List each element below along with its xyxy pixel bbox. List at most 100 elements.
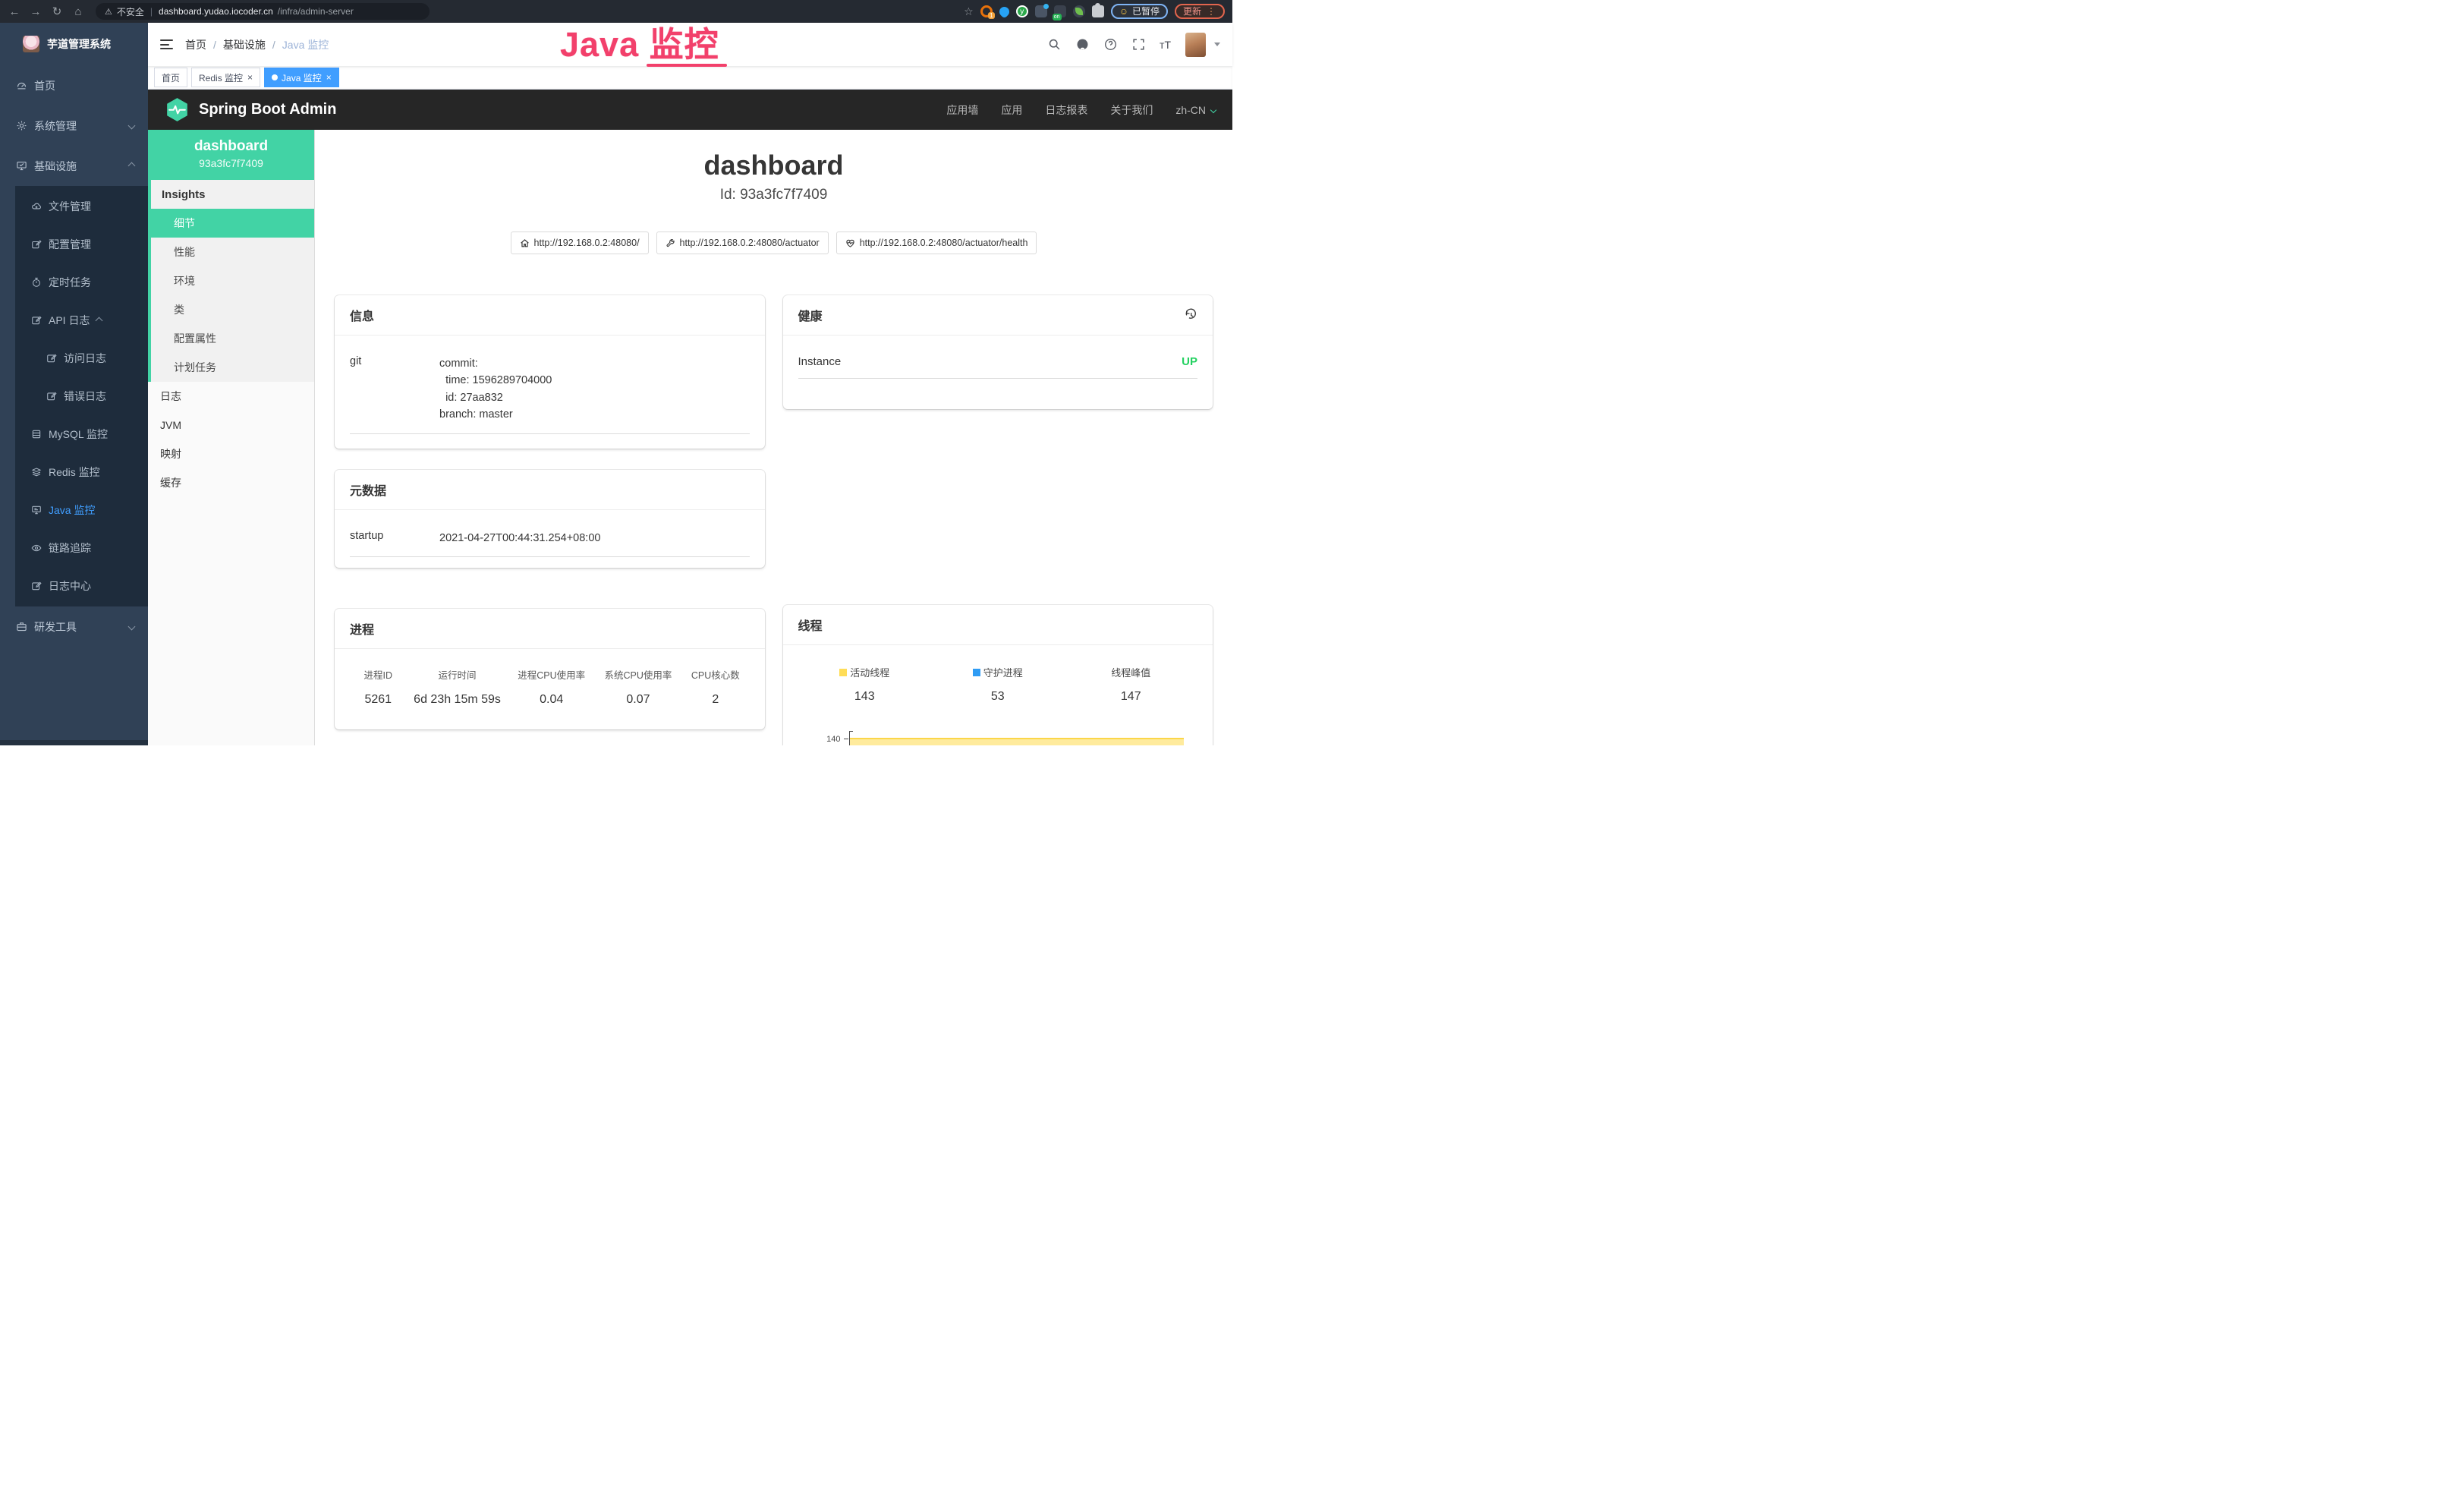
process-val-proc-cpu: 0.04 (508, 693, 595, 707)
sidebar-item-home[interactable]: 首页 (0, 65, 148, 106)
log-edit-icon (46, 391, 57, 402)
sidebar-infra-submenu: 文件管理 配置管理 定时任务 API 日志 访问日志 错误日志 (15, 186, 148, 606)
legend-live-value: 143 (798, 690, 932, 704)
update-button[interactable]: 更新 ⋮ (1175, 4, 1225, 19)
sidebar-item-api-log[interactable]: API 日志 (15, 301, 148, 339)
sidebar-label-config: 配置管理 (49, 237, 91, 252)
metadata-card-title: 元数据 (335, 470, 765, 510)
extension-icon-on[interactable]: on (1054, 5, 1066, 17)
cloud-upload-icon (31, 201, 42, 212)
actuator-url-link[interactable]: http://192.168.0.2:48080/actuator (656, 232, 829, 254)
url-host: dashboard.yudao.iocoder.cn (159, 6, 273, 17)
sidebar-item-config-manage[interactable]: 配置管理 (15, 225, 148, 263)
sba-menu-jvm[interactable]: JVM (148, 411, 314, 439)
java-monitor-icon (31, 505, 42, 515)
legend-square-daemon-icon (973, 669, 980, 676)
avatar-caret-icon[interactable] (1214, 43, 1220, 46)
sidebar-item-system[interactable]: 系统管理 (0, 106, 148, 146)
health-instance-row[interactable]: Instance UP (798, 343, 1198, 379)
sba-menu-caches[interactable]: 缓存 (148, 468, 314, 497)
sidebar-item-scheduled-job[interactable]: 定时任务 (15, 263, 148, 301)
sba-menu-scheduled-tasks[interactable]: 计划任务 (151, 353, 314, 382)
app-logo-row[interactable]: 芋道管理系统 (0, 23, 148, 65)
health-url-link[interactable]: http://192.168.0.2:48080/actuator/health (836, 232, 1037, 254)
search-icon[interactable] (1047, 38, 1061, 52)
legend-daemon-value: 53 (931, 690, 1065, 704)
sba-nav-about[interactable]: 关于我们 (1110, 102, 1153, 118)
browser-reload-icon[interactable]: ↻ (50, 6, 64, 17)
process-val-uptime: 6d 23h 15m 59s (407, 693, 508, 707)
sba-menu-classes[interactable]: 类 (151, 295, 314, 324)
tab-java-monitor-active[interactable]: Java 监控 × (264, 68, 339, 87)
sidebar-label-log-center: 日志中心 (49, 578, 91, 594)
sidebar-item-log-center[interactable]: 日志中心 (15, 567, 148, 605)
close-icon[interactable]: × (326, 73, 332, 82)
breadcrumb-home[interactable]: 首页 (185, 37, 206, 52)
font-size-icon[interactable]: тT (1160, 39, 1171, 51)
update-label: 更新 (1183, 7, 1201, 16)
close-icon[interactable]: × (247, 73, 253, 82)
bookmark-star-icon[interactable]: ☆ (964, 5, 974, 18)
process-card-title: 进程 (335, 609, 765, 649)
log-edit-icon (31, 315, 42, 326)
process-col-cores: CPU核心数 (681, 667, 749, 682)
extension-icon-grid[interactable] (1035, 5, 1047, 17)
sidebar-item-dev-tools[interactable]: 研发工具 (0, 606, 148, 647)
sba-instance-header[interactable]: dashboard 93a3fc7f7409 (148, 130, 314, 180)
extension-icon-pin[interactable] (997, 5, 1011, 18)
sba-menu-logs[interactable]: 日志 (148, 382, 314, 411)
extension-icon-leaf[interactable] (1073, 5, 1085, 17)
sidebar-label-access-log: 访问日志 (64, 351, 106, 366)
sidebar-label-api-log: API 日志 (49, 313, 90, 328)
sidebar-item-mysql-monitor[interactable]: MySQL 监控 (15, 415, 148, 453)
sba-menu-mappings[interactable]: 映射 (148, 439, 314, 468)
sba-insights-section: Insights 细节 性能 环境 类 配置属性 计划任务 (148, 180, 314, 382)
extension-icon-orange[interactable]: 1 (980, 5, 993, 17)
extension-icon-green-y[interactable]: y (1016, 5, 1028, 17)
browser-menu-dots-icon[interactable]: ⋮ (1207, 7, 1216, 16)
fullscreen-icon[interactable] (1131, 38, 1145, 52)
sba-nav-journal[interactable]: 日志报表 (1045, 102, 1087, 118)
sidebar-label-dev-tools: 研发工具 (34, 619, 77, 635)
browser-extensions-area: ☆ 1 y on ☺ 已暂停 更新 ⋮ (964, 4, 1225, 19)
service-url-link[interactable]: http://192.168.0.2:48080/ (511, 232, 649, 254)
sidebar-item-error-log[interactable]: 错误日志 (15, 377, 148, 415)
url-path: /infra/admin-server (278, 6, 354, 17)
sba-nav-applications[interactable]: 应用 (1001, 102, 1022, 118)
sba-menu-metrics[interactable]: 性能 (151, 238, 314, 266)
tab-redis-monitor[interactable]: Redis 监控 × (191, 68, 260, 87)
chevron-down-icon (128, 122, 136, 130)
browser-home-icon[interactable]: ⌂ (71, 6, 85, 17)
hamburger-menu-icon[interactable] (160, 39, 173, 49)
sba-nav-wallboard[interactable]: 应用墙 (946, 102, 978, 118)
instance-title: dashboard (315, 150, 1232, 181)
breadcrumb-infra[interactable]: 基础设施 (223, 37, 266, 52)
browser-back-icon[interactable]: ← (8, 6, 21, 17)
sba-menu-config-props[interactable]: 配置属性 (151, 324, 314, 353)
breadcrumb-separator: / (213, 39, 216, 51)
history-icon[interactable] (1184, 308, 1197, 322)
extensions-puzzle-icon[interactable] (1092, 5, 1104, 17)
browser-forward-icon[interactable]: → (29, 6, 42, 17)
sidebar-item-trace[interactable]: 链路追踪 (15, 529, 148, 567)
tab-home[interactable]: 首页 (154, 68, 187, 87)
sba-menu-environment[interactable]: 环境 (151, 266, 314, 295)
tab-redis-label: Redis 监控 (199, 71, 243, 84)
address-bar[interactable]: ⚠ 不安全 | dashboard.yudao.iocoder.cn/infra… (96, 3, 430, 20)
help-icon[interactable] (1103, 38, 1117, 52)
language-selector[interactable]: zh-CN (1175, 104, 1216, 116)
paused-badge[interactable]: ☺ 已暂停 (1111, 4, 1168, 19)
process-col-pid: 进程ID (350, 667, 407, 682)
sba-menu-details-active[interactable]: 细节 (151, 209, 314, 238)
avatar[interactable] (1185, 33, 1206, 57)
breadcrumb-separator: / (272, 39, 275, 51)
sidebar-item-file-manage[interactable]: 文件管理 (15, 187, 148, 225)
sba-brand-title[interactable]: Spring Boot Admin (199, 101, 336, 118)
app-sidebar: 芋道管理系统 首页 系统管理 基础设施 文件管理 配置管理 (0, 23, 148, 745)
sidebar-item-infra[interactable]: 基础设施 (0, 146, 148, 186)
sidebar-item-access-log[interactable]: 访问日志 (15, 339, 148, 377)
sidebar-item-redis-monitor[interactable]: Redis 监控 (15, 453, 148, 491)
github-icon[interactable] (1075, 38, 1089, 52)
health-card-title: 健康 (798, 306, 823, 324)
sidebar-item-java-monitor-active[interactable]: Java 监控 (15, 491, 148, 529)
